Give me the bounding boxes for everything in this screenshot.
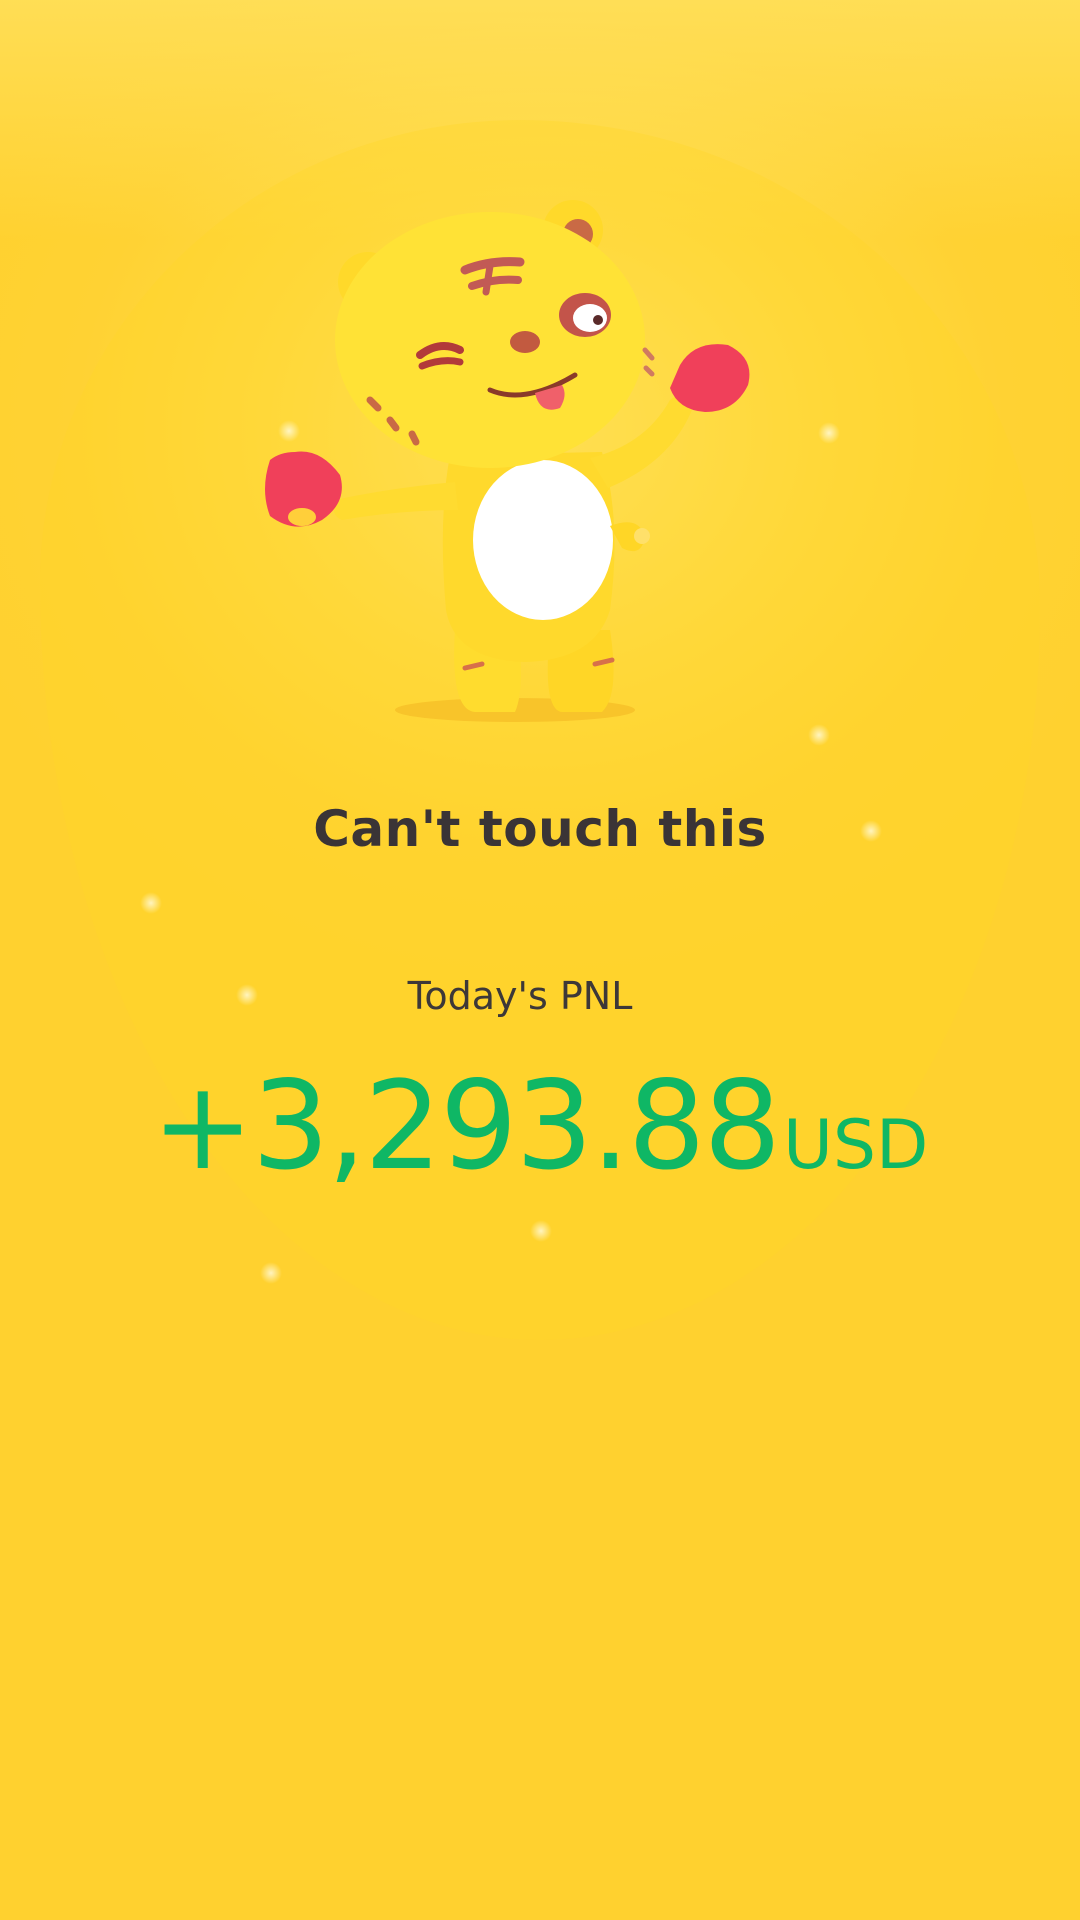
sparkle-decoration [818,422,840,444]
sparkle-decoration [260,1262,282,1284]
pnl-currency: USD [783,1106,929,1185]
sparkle-decoration [530,1220,552,1242]
share-headline: Can't touch this [313,800,767,858]
pnl-amount: +3,293.88 [151,1055,782,1197]
pnl-value: +3,293.88USD [0,1055,1080,1197]
sparkle-decoration [140,892,162,914]
pnl-label: Today's PNL [407,974,633,1018]
sparkle-decoration [808,724,830,746]
tiger-mascot-icon [265,200,750,722]
